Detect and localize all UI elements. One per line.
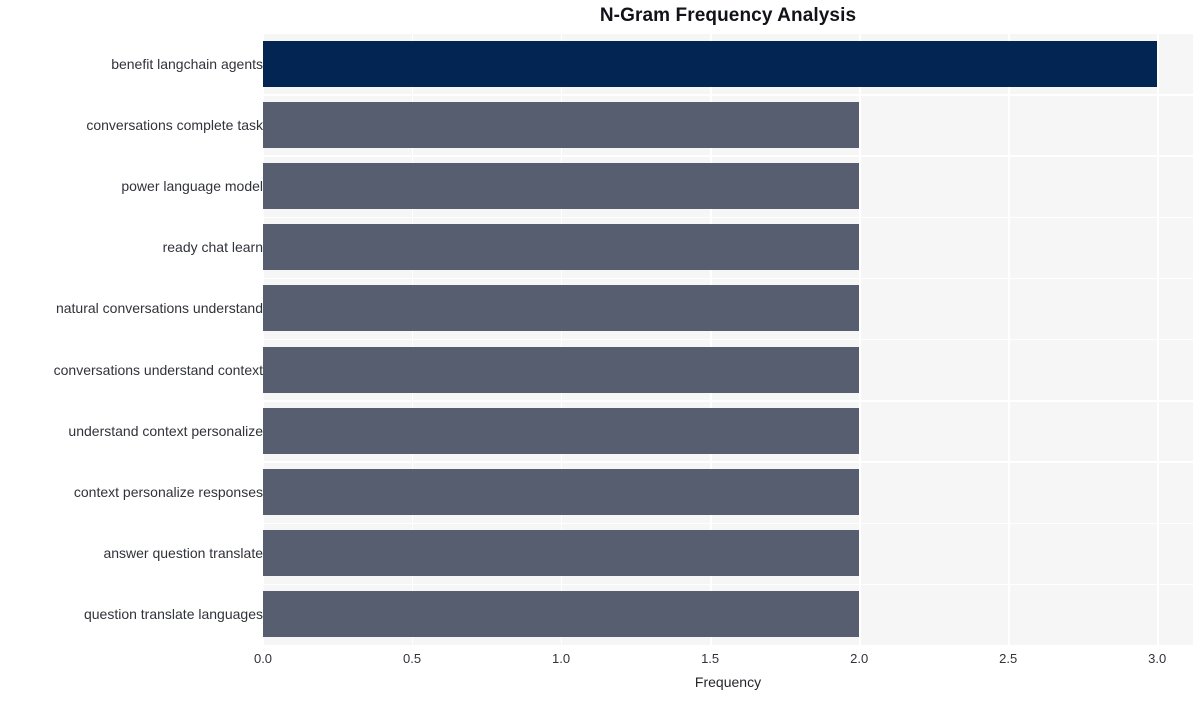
- gridline-horizontal: [263, 339, 1193, 341]
- gridline-horizontal: [263, 33, 1193, 35]
- bar: [263, 469, 860, 515]
- y-tick-label: natural conversations understand: [55, 300, 263, 317]
- x-tick-label: 0.0: [253, 651, 273, 666]
- bar: [263, 407, 860, 454]
- gridline-horizontal: [263, 155, 1193, 157]
- y-tick-label: benefit langchain agents: [111, 55, 263, 72]
- y-tick-label: power language model: [121, 178, 263, 194]
- bar: [263, 591, 860, 638]
- gridline-horizontal: [263, 522, 1193, 524]
- gridline-horizontal: [263, 461, 1193, 463]
- x-tick-label: 2.5: [999, 651, 1018, 666]
- bar: [263, 346, 860, 393]
- gridline-horizontal: [263, 94, 1193, 96]
- bar: [263, 285, 860, 332]
- y-tick-label: conversations understand context: [53, 361, 263, 378]
- y-tick-label: answer question translate: [103, 545, 263, 562]
- x-tick-label: 1.0: [552, 651, 571, 666]
- y-tick-label: ready chat learn: [162, 239, 263, 256]
- bar: [263, 101, 860, 148]
- x-axis-tick-labels: 0.0 0.5 1.0 1.5 2.0 2.5 3.0: [254, 645, 1193, 671]
- x-tick-label: 3.0: [1148, 651, 1167, 666]
- chart-figure: N-Gram Frequency Analysis benefit langch…: [0, 0, 1203, 701]
- x-tick-label: 0.5: [402, 651, 422, 666]
- bar: [263, 224, 860, 271]
- gridline-horizontal: [263, 216, 1193, 218]
- y-tick-label: understand context personalize: [68, 422, 263, 439]
- plot-area: [263, 33, 1193, 645]
- bar: [263, 530, 860, 577]
- y-axis-tick-labels: benefit langchain agents conversations co…: [0, 33, 263, 645]
- gridline-horizontal: [263, 400, 1193, 402]
- y-tick-label: question translate languages: [83, 606, 263, 623]
- y-tick-label: conversations complete task: [86, 116, 263, 133]
- chart-title: N-Gram Frequency Analysis: [599, 5, 857, 26]
- bar: [263, 40, 1158, 87]
- gridline-horizontal: [263, 277, 1193, 280]
- bar: [263, 163, 860, 209]
- gridline-horizontal: [263, 583, 1193, 586]
- x-tick-label: 2.0: [850, 651, 869, 666]
- x-axis-title: Frequency: [694, 674, 762, 690]
- y-tick-label: context personalize responses: [73, 484, 263, 500]
- x-tick-label: 1.5: [701, 651, 720, 666]
